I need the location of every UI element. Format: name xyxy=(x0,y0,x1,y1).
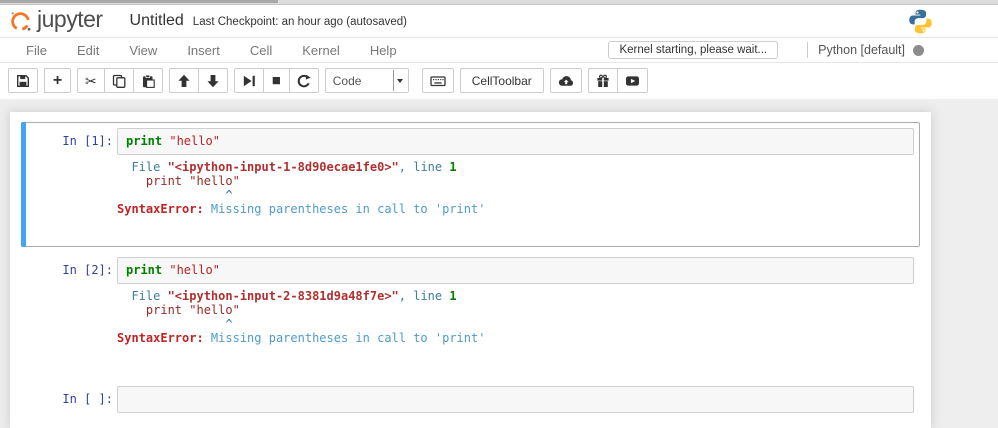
cell-type-value: Code xyxy=(333,74,362,88)
notebook-container: In [1]: print "hello" File "<ipython-inp… xyxy=(10,112,931,428)
code-cell-2[interactable]: In [2]: print "hello" File "<ipython-inp… xyxy=(21,251,920,376)
plus-icon: + xyxy=(53,73,62,89)
copy-cell-button[interactable] xyxy=(104,68,134,93)
output-prompt xyxy=(27,289,117,345)
kernel-name-label: Python [default] xyxy=(818,43,905,57)
code-cell-3[interactable]: In [ ]: xyxy=(21,380,920,419)
kernel-status-notification: Kernel starting, please wait... xyxy=(608,41,778,59)
menu-edit[interactable]: Edit xyxy=(62,39,114,62)
menu-file[interactable]: File xyxy=(11,39,62,62)
menu-cell[interactable]: Cell xyxy=(235,39,287,62)
python-logo-icon xyxy=(907,8,934,35)
move-cell-down-button[interactable] xyxy=(198,68,228,93)
insert-cell-below-button[interactable]: + xyxy=(44,68,71,93)
arrow-up-icon xyxy=(177,74,191,88)
cloud-upload-icon xyxy=(558,74,574,88)
gift-icon xyxy=(596,74,610,88)
stop-icon: ■ xyxy=(272,73,281,88)
gift-button[interactable] xyxy=(588,68,618,93)
move-cell-up-button[interactable] xyxy=(169,68,199,93)
error-output: File "<ipython-input-1-8d90ecae1fe0>", l… xyxy=(117,160,914,216)
command-palette-button[interactable] xyxy=(422,68,454,93)
browser-top-strip-segment xyxy=(0,0,278,3)
code-editor[interactable]: print "hello" xyxy=(117,257,914,284)
input-prompt: In [1]: xyxy=(27,128,117,155)
interrupt-kernel-button[interactable]: ■ xyxy=(263,68,290,93)
separator xyxy=(807,42,808,58)
kernel-busy-indicator-icon xyxy=(913,45,924,56)
notebook-title[interactable]: Untitled xyxy=(130,12,184,30)
floppy-disk-icon xyxy=(16,74,30,88)
output-prompt xyxy=(27,160,117,216)
cloud-upload-button[interactable] xyxy=(550,68,582,93)
jupyter-logo-text: jupyter xyxy=(37,8,103,31)
save-button[interactable] xyxy=(8,68,38,93)
menu-insert[interactable]: Insert xyxy=(172,39,235,62)
scissors-icon: ✂ xyxy=(85,74,97,88)
restart-kernel-button[interactable] xyxy=(289,68,319,93)
menu-help[interactable]: Help xyxy=(355,39,412,62)
notebook-header: jupyter Untitled Last Checkpoint: an hou… xyxy=(0,5,998,37)
keyboard-icon xyxy=(430,74,446,88)
cell-type-select[interactable]: Code xyxy=(325,68,409,93)
clipboard-icon xyxy=(141,74,155,88)
cell-toolbar-button[interactable]: CellToolbar xyxy=(460,68,544,93)
cell-toolbar-label: CellToolbar xyxy=(472,74,532,88)
run-cell-button[interactable] xyxy=(234,68,264,93)
code-editor[interactable]: print "hello" xyxy=(117,128,914,155)
video-play-button[interactable] xyxy=(617,68,648,93)
arrow-down-icon xyxy=(206,74,220,88)
menu-view[interactable]: View xyxy=(114,39,172,62)
paste-cell-button[interactable] xyxy=(133,68,163,93)
toolbar: + ✂ xyxy=(0,63,998,99)
checkpoint-status: Last Checkpoint: an hour ago (autosaved) xyxy=(193,16,407,28)
menu-bar: File Edit View Insert Cell Kernel Help K… xyxy=(0,37,998,63)
menu-kernel[interactable]: Kernel xyxy=(287,39,355,62)
code-cell-1[interactable]: In [1]: print "hello" File "<ipython-inp… xyxy=(21,122,920,247)
input-prompt: In [2]: xyxy=(27,257,117,284)
jupyter-logo-icon xyxy=(9,10,32,33)
step-forward-icon xyxy=(242,74,256,88)
restart-icon xyxy=(297,74,311,88)
cut-cell-button[interactable]: ✂ xyxy=(77,68,105,93)
select-dropdown-strip xyxy=(393,70,407,91)
video-play-icon xyxy=(625,74,640,88)
copy-icon xyxy=(112,74,126,88)
error-output: File "<ipython-input-2-8381d9a48f7e>", l… xyxy=(117,289,914,345)
notebook-panel: In [1]: print "hello" File "<ipython-inp… xyxy=(0,99,998,428)
chevron-down-icon xyxy=(397,79,403,83)
jupyter-logo[interactable]: jupyter xyxy=(9,10,103,33)
